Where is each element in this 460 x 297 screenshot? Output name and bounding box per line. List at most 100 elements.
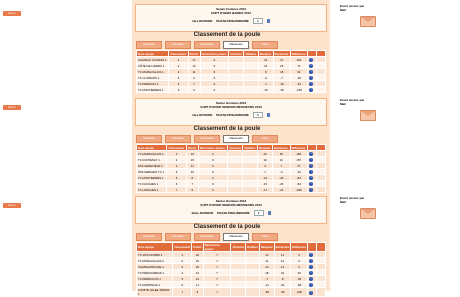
tab-4[interactable]: Stats	[252, 233, 278, 241]
info-icon[interactable]: i	[309, 58, 313, 62]
envelope-icon[interactable]	[360, 208, 376, 219]
email-label[interactable]: Envoi du doc par Mail	[340, 196, 370, 204]
envelope-icon[interactable]	[360, 16, 376, 27]
table-row[interactable]: TC LONGUES 1 7 6 6 -17 -24 -189 i	[135, 186, 326, 193]
info-icon[interactable]: i	[309, 70, 313, 74]
competition-header: Senior Hommes 2013 CHPT D'HIVER SENIORS …	[135, 196, 327, 224]
poule-select[interactable]: 1	[252, 18, 263, 24]
tab-3[interactable]: Classement	[223, 135, 249, 143]
tab-bar: Calendrier Résultats Rencontres Classement S…	[136, 135, 278, 143]
tab-2[interactable]: Rencontres	[194, 233, 220, 241]
team-name[interactable]: TC MOUTIERRES 1	[135, 86, 170, 93]
rank-cell: 7	[166, 186, 187, 193]
left-blank-area	[0, 0, 132, 291]
section-title: Classement de la poule	[193, 126, 261, 132]
info-icon[interactable]: i	[309, 64, 313, 68]
info-icon[interactable]: i	[309, 152, 313, 156]
competition-header: Senior Femmes 2013 CHPT D'HERS BAINES 20…	[135, 4, 327, 32]
competition-name: CHPT D'HIVER SENIORS MESSIEURS 2013	[200, 203, 262, 207]
tab-1[interactable]: Résultats	[165, 233, 191, 241]
go-button[interactable]	[266, 113, 270, 117]
points-cell: 8	[191, 287, 204, 297]
back-button[interactable]: Retour	[3, 11, 21, 16]
info-icon[interactable]: i	[309, 88, 313, 92]
info-icon[interactable]: i	[309, 277, 313, 281]
tab-0[interactable]: Calendrier	[136, 233, 162, 241]
info-icon[interactable]: i	[309, 170, 313, 174]
ranking-table: Nom équipe Classement Points Rencontres jou…	[135, 242, 326, 297]
division-label: 4ème DIVISION	[191, 211, 213, 215]
tab-1[interactable]: Résultats	[165, 135, 191, 143]
tab-4[interactable]: Stats	[252, 41, 278, 49]
info-icon[interactable]: i	[309, 265, 313, 269]
info-icon[interactable]: i	[309, 271, 313, 275]
tab-1[interactable]: Résultats	[165, 41, 191, 49]
tab-0[interactable]: Calendrier	[136, 135, 162, 143]
info-icon[interactable]: i	[309, 283, 313, 287]
info-cell[interactable]: i	[307, 86, 317, 93]
column-header: Différence	[290, 242, 308, 252]
info-cell[interactable]: i	[307, 186, 317, 193]
poule-select[interactable]: 1	[252, 112, 263, 118]
losses-cell	[245, 287, 261, 297]
email-label[interactable]: Envoi du doc par Mail	[340, 98, 370, 106]
team-name[interactable]: COMITE VALEE TENNIS 1	[135, 287, 174, 297]
tab-2[interactable]: Rencontres	[194, 41, 220, 49]
info-cell[interactable]: i	[307, 287, 317, 297]
wins-cell	[230, 287, 247, 297]
losses-cell	[242, 186, 258, 193]
section-title: Classement de la poule	[193, 32, 261, 38]
rank-cell: 6	[168, 86, 189, 93]
tab-0[interactable]: Calendrier	[136, 41, 162, 49]
section-title: Classement de la poule	[193, 224, 261, 230]
spacer-cell	[316, 186, 326, 193]
column-header: Encaissés	[273, 242, 292, 252]
tab-3[interactable]: Classement	[223, 41, 249, 49]
competition-name: CHPT D'HIVER SENIORS MESSIEURS 2013	[200, 105, 262, 109]
table-row[interactable]: COMITE VALEE TENNIS 1 7 8 7 -38 -46 -200 i	[135, 287, 326, 297]
difference-cell: -138	[289, 86, 309, 93]
back-button[interactable]: Retour	[3, 105, 21, 110]
tab-bar: Calendrier Résultats Rencontres Classement S…	[136, 41, 278, 49]
go-button[interactable]	[266, 19, 270, 23]
info-icon[interactable]: i	[309, 182, 313, 186]
column-header: Rencontres jouées	[202, 242, 232, 252]
info-icon[interactable]: i	[309, 82, 313, 86]
right-blank-area	[330, 0, 460, 291]
info-icon[interactable]: i	[309, 176, 313, 180]
info-icon[interactable]: i	[309, 164, 313, 168]
division-row: 4ème DIVISION PHASE PRELIMINAIRE 1	[136, 210, 326, 216]
points-cell: 6	[187, 86, 201, 93]
info-icon[interactable]: i	[309, 188, 313, 192]
email-label[interactable]: Envoi du doc par Mail	[340, 4, 370, 12]
tab-4[interactable]: Stats	[252, 135, 278, 143]
back-button[interactable]: Retour	[3, 203, 21, 208]
tab-3[interactable]: Classement	[223, 233, 249, 241]
info-icon[interactable]: i	[309, 259, 313, 263]
info-icon[interactable]: i	[309, 158, 313, 162]
poule-select[interactable]: 1	[253, 210, 264, 216]
wins-cell	[227, 186, 244, 193]
team-name[interactable]: TC LONGUES 1	[135, 186, 168, 193]
info-icon[interactable]: i	[309, 253, 313, 257]
go-button[interactable]	[267, 211, 271, 215]
tab-2[interactable]: Rencontres	[194, 135, 220, 143]
against-cell: -46	[273, 287, 292, 297]
difference-cell: -200	[290, 287, 308, 297]
ranking-table: Nom équipe Classement Points Rencontres jou…	[135, 144, 326, 193]
competition-header: Senior Hommes 2013 CHPT D'HIVER SENIORS …	[135, 98, 327, 126]
phase-label: PHASE PRELIMINAIRE	[217, 211, 250, 215]
spacer-cell	[316, 287, 326, 297]
column-header	[316, 242, 326, 252]
info-icon[interactable]: i	[309, 290, 313, 295]
column-header: Nom équipe	[135, 242, 174, 252]
info-icon[interactable]: i	[309, 76, 313, 80]
played-cell: 6	[199, 86, 230, 93]
division-label: 1ère DIVISION	[192, 19, 213, 23]
table-row[interactable]: TC MOUTIERRES 1 6 6 6 -10 -18 -138 i	[135, 86, 326, 93]
against-cell: -18	[272, 86, 291, 93]
played-cell: 6	[197, 186, 229, 193]
envelope-icon[interactable]	[360, 110, 376, 121]
difference-cell: -189	[289, 186, 309, 193]
phase-label: PHASE PRELIMINAIRE	[216, 113, 249, 117]
